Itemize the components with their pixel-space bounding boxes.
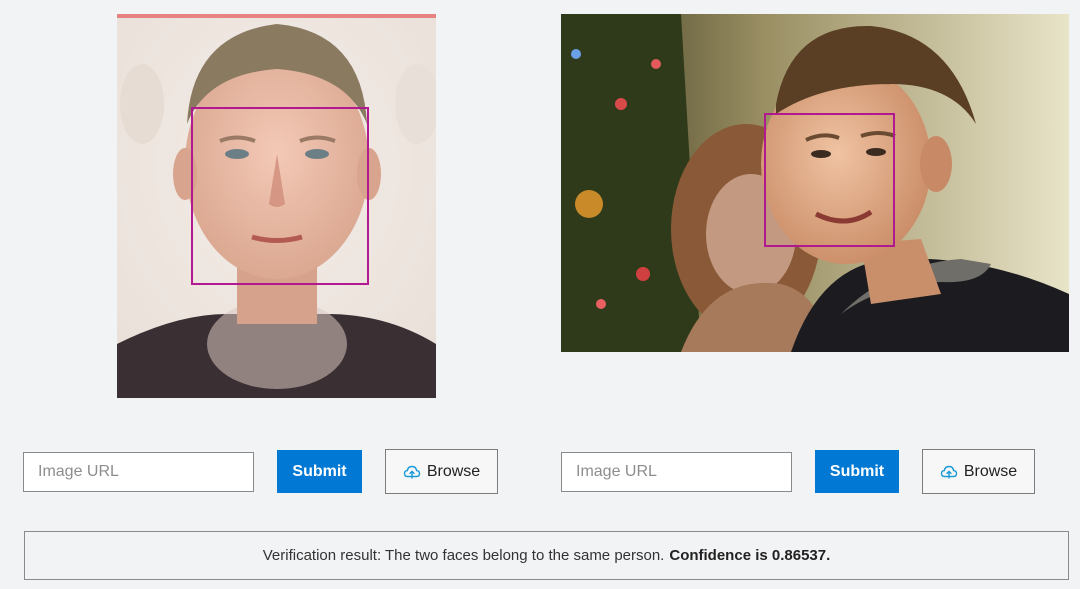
verification-result-text: Verification result: The two faces belon…: [262, 547, 665, 564]
left-image-url-input[interactable]: [23, 452, 254, 492]
left-face-bounding-box: [191, 107, 369, 285]
verification-result-bar: Verification result: The two faces belon…: [24, 531, 1069, 580]
right-submit-button[interactable]: Submit: [815, 450, 899, 493]
left-browse-button[interactable]: Browse: [385, 449, 498, 494]
left-browse-label: Browse: [426, 462, 481, 480]
cloud-upload-icon: [403, 463, 421, 481]
left-submit-button[interactable]: Submit: [277, 450, 362, 493]
confidence-text: Confidence is 0.86537.: [669, 547, 831, 564]
left-face-image: [117, 14, 436, 398]
right-browse-label: Browse: [963, 462, 1018, 480]
right-browse-button[interactable]: Browse: [922, 449, 1035, 494]
right-face-image: [561, 14, 1069, 352]
face-verification-page: Submit Browse Submit Browse Verification…: [0, 0, 1080, 589]
right-face-bounding-box: [764, 113, 895, 247]
right-image-url-input[interactable]: [561, 452, 792, 492]
cloud-upload-icon: [940, 463, 958, 481]
